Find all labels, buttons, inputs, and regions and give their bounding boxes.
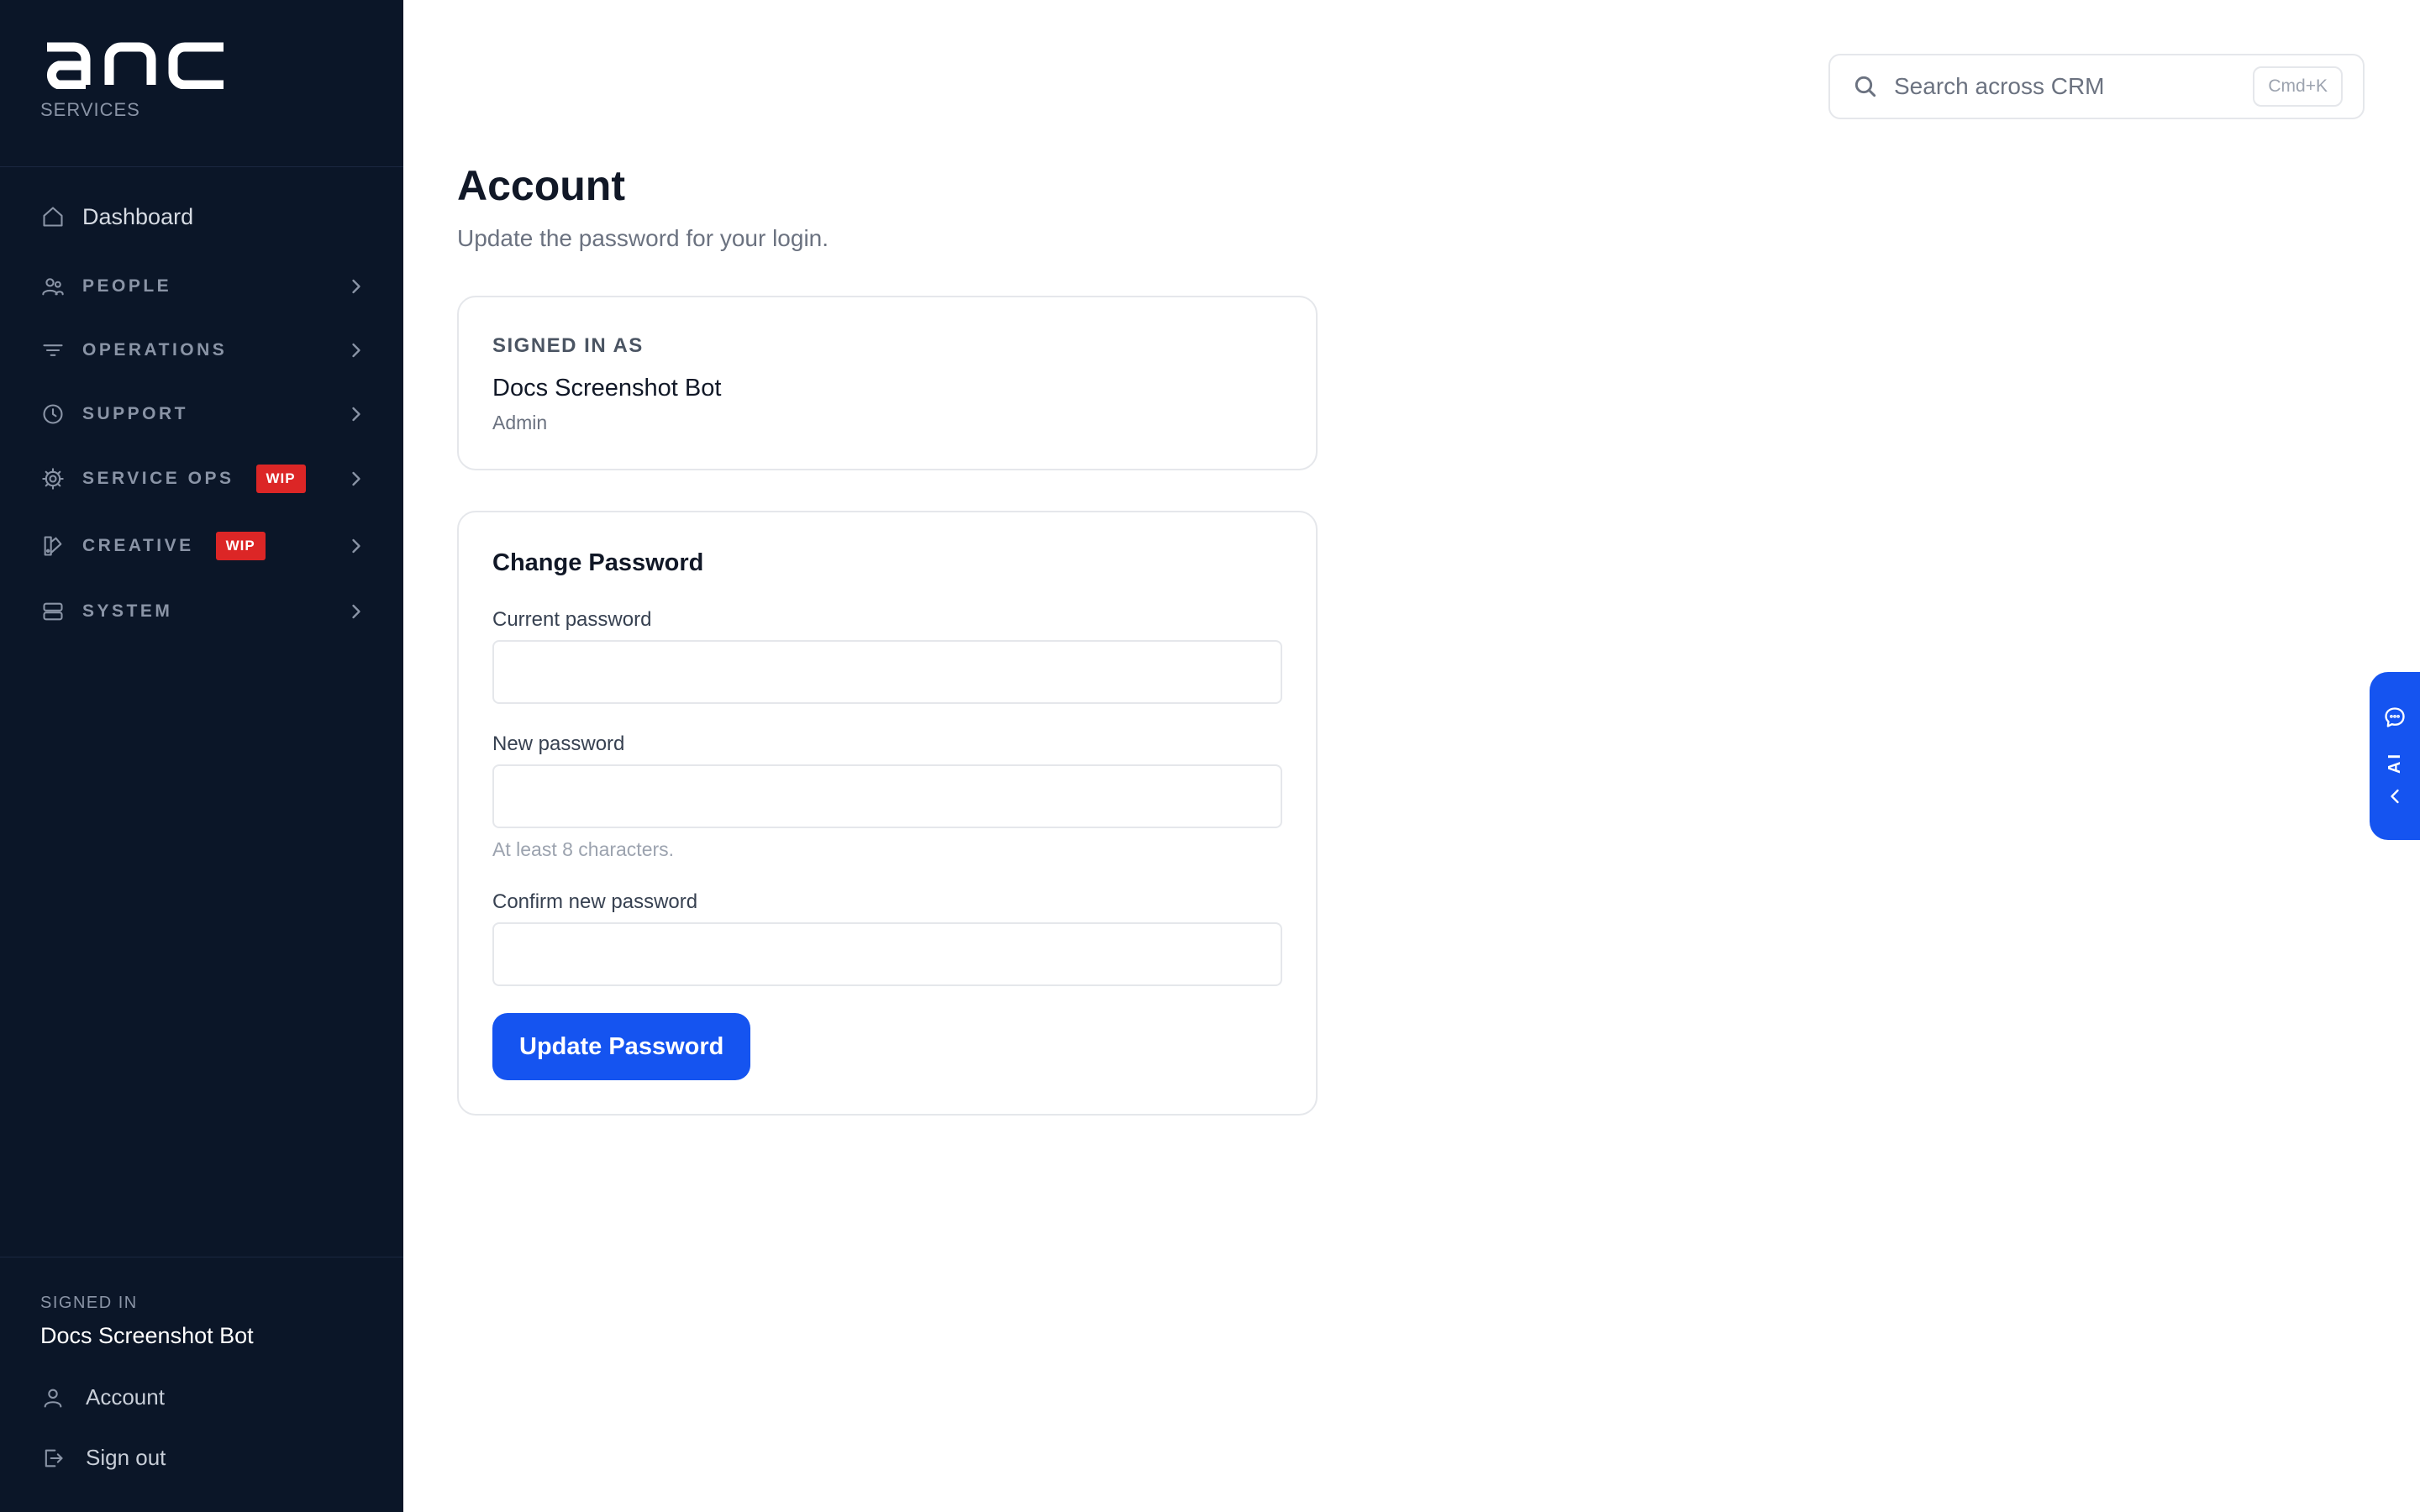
ai-assistant-tab[interactable]: AI	[2370, 672, 2420, 840]
current-password-field[interactable]	[492, 640, 1282, 704]
chevron-right-icon	[345, 402, 368, 426]
sidebar-item-label: SUPPORT	[82, 404, 189, 423]
wip-badge: WIP	[215, 532, 266, 560]
confirm-password-field[interactable]	[492, 922, 1282, 986]
new-password-field[interactable]	[492, 764, 1282, 828]
palette-icon	[40, 533, 66, 559]
user-icon	[40, 1385, 66, 1410]
chevron-right-icon	[345, 467, 368, 491]
global-search[interactable]: Cmd+K	[1828, 54, 2365, 119]
search-icon	[1852, 73, 1879, 100]
account-label: Account	[86, 1384, 165, 1410]
sidebar: SERVICES Dashboard PEOPLE OPERATIONS SUP…	[0, 0, 403, 1512]
sidebar-item-label: SYSTEM	[82, 601, 173, 621]
sign-out-link[interactable]: Sign out	[40, 1445, 166, 1471]
user-name: Docs Screenshot Bot	[492, 375, 722, 402]
chevron-right-icon	[345, 534, 368, 558]
signed-in-card: SIGNED IN AS Docs Screenshot Bot Admin	[457, 296, 1318, 470]
page-title: Account	[457, 162, 625, 209]
update-password-button[interactable]: Update Password	[492, 1013, 751, 1080]
sidebar-divider	[0, 166, 403, 167]
sidebar-item-people[interactable]: PEOPLE	[40, 263, 368, 310]
change-password-heading: Change Password	[492, 549, 704, 576]
gear-icon	[40, 466, 66, 491]
current-password-label: Current password	[492, 608, 652, 631]
user-role: Admin	[492, 412, 548, 433]
chevron-right-icon	[345, 339, 368, 362]
signed-in-label: SIGNED IN	[40, 1294, 138, 1312]
clock-icon	[40, 402, 66, 427]
server-icon	[40, 599, 66, 624]
confirm-password-label: Confirm new password	[492, 890, 698, 913]
brand-subtitle: SERVICES	[40, 99, 140, 120]
users-icon	[40, 274, 66, 299]
search-input[interactable]	[1892, 72, 2254, 101]
sidebar-item-service-ops[interactable]: SERVICE OPS WIP	[40, 455, 368, 502]
sidebar-item-label: PEOPLE	[82, 276, 172, 296]
chevron-right-icon	[345, 275, 368, 298]
sidebar-item-creative[interactable]: CREATIVE WIP	[40, 522, 368, 570]
chevron-left-icon	[2383, 785, 2407, 808]
sidebar-item-label: Dashboard	[82, 203, 194, 229]
sidebar-item-system[interactable]: SYSTEM	[40, 588, 368, 635]
page-subtitle: Update the password for your login.	[457, 225, 829, 251]
signed-in-user: Docs Screenshot Bot	[40, 1323, 254, 1348]
sidebar-item-dashboard[interactable]: Dashboard	[40, 193, 368, 240]
chevron-right-icon	[345, 600, 368, 623]
new-password-hint: At least 8 characters.	[492, 838, 675, 860]
signed-in-as-label: SIGNED IN AS	[492, 334, 644, 357]
home-icon	[40, 204, 66, 229]
change-password-card: Change Password Current password New pas…	[457, 511, 1318, 1116]
sidebar-item-support[interactable]: SUPPORT	[40, 391, 368, 438]
ai-tab-label: AI	[2385, 752, 2404, 774]
account-link[interactable]: Account	[40, 1384, 165, 1410]
sidebar-item-operations[interactable]: OPERATIONS	[40, 327, 368, 374]
chat-icon	[2383, 706, 2407, 729]
sidebar-item-label: OPERATIONS	[82, 340, 228, 360]
brand-logo[interactable]	[40, 37, 229, 89]
sign-out-icon	[40, 1446, 66, 1471]
new-password-label: New password	[492, 732, 625, 755]
filter-icon	[40, 338, 66, 363]
sidebar-item-label: SERVICE OPS	[82, 469, 234, 488]
wip-badge: WIP	[255, 465, 306, 493]
shortcut-hint: Cmd+K	[2253, 66, 2343, 107]
sign-out-label: Sign out	[86, 1445, 166, 1470]
sidebar-item-label: CREATIVE	[82, 536, 194, 555]
anc-logo	[47, 42, 224, 89]
